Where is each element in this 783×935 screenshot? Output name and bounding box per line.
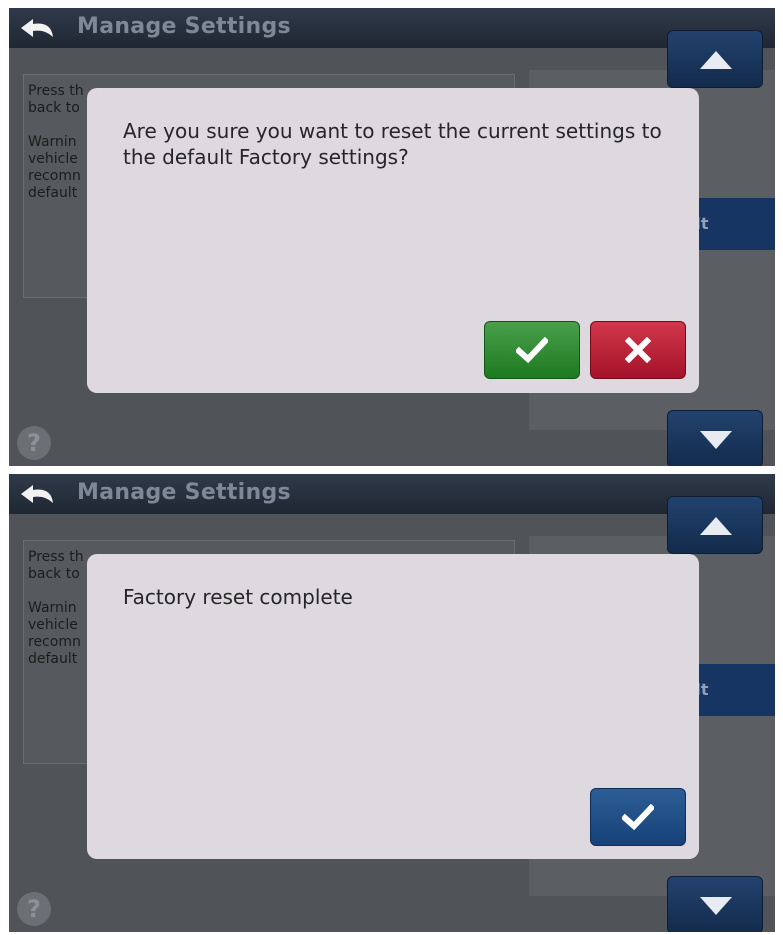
- info-dialog: Factory reset complete: [87, 554, 699, 859]
- cancel-button[interactable]: [590, 321, 686, 379]
- check-icon: [516, 337, 548, 363]
- confirm-button[interactable]: [484, 321, 580, 379]
- page-title: Manage Settings: [77, 14, 291, 39]
- back-arrow-icon[interactable]: [19, 483, 59, 505]
- scroll-up-button[interactable]: [667, 496, 763, 554]
- reset-complete-screen: Manage Settings Press th back to Warnin …: [9, 474, 775, 932]
- title-bar: Manage Settings: [9, 474, 775, 514]
- chevron-down-icon: [700, 897, 732, 915]
- ok-button[interactable]: [590, 788, 686, 846]
- help-icon[interactable]: ?: [17, 426, 51, 460]
- close-icon: [625, 337, 651, 363]
- confirm-dialog: Are you sure you want to reset the curre…: [87, 88, 699, 393]
- dialog-message: Factory reset complete: [123, 585, 353, 609]
- dialog-message: Are you sure you want to reset the curre…: [123, 119, 662, 169]
- help-icon[interactable]: ?: [17, 892, 51, 926]
- reset-confirm-screen: Manage Settings Press th back to Warnin …: [9, 8, 775, 466]
- chevron-down-icon: [700, 431, 732, 449]
- chevron-up-icon: [700, 51, 732, 69]
- scroll-down-button[interactable]: [667, 876, 763, 932]
- scroll-down-button[interactable]: [667, 410, 763, 466]
- back-arrow-icon[interactable]: [19, 17, 59, 39]
- page-title: Manage Settings: [77, 480, 291, 505]
- check-icon: [622, 804, 654, 830]
- scroll-up-button[interactable]: [667, 30, 763, 88]
- title-bar: Manage Settings: [9, 8, 775, 48]
- chevron-up-icon: [700, 517, 732, 535]
